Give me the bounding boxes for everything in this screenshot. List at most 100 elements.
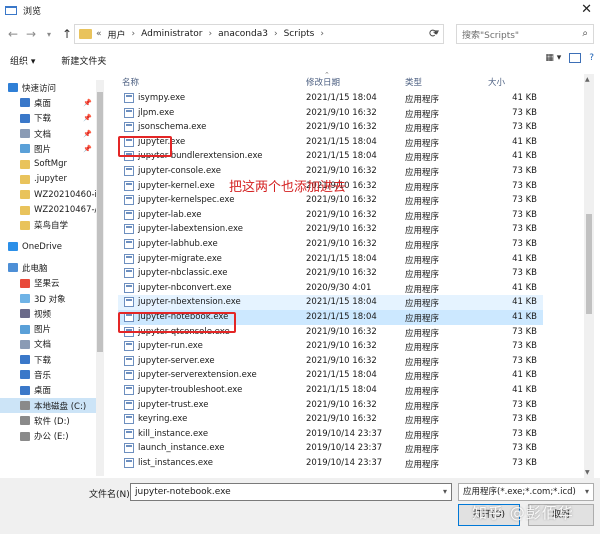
- sidebar-pc-0-icon: [20, 278, 30, 288]
- sidebar-item-pc-1[interactable]: 3D 对象: [0, 291, 96, 306]
- file-row[interactable]: jupyter-migrate.exe 2021/1/15 18:04 应用程序 41…: [118, 252, 543, 267]
- sidebar-item-pc-0[interactable]: 坚果云: [0, 276, 96, 291]
- file-row[interactable]: jupyter-serverextension.exe 2021/1/15 18:…: [118, 368, 543, 383]
- sidebar-quick-0-icon: [20, 98, 30, 108]
- file-row[interactable]: kill_instance.exe 2019/10/14 23:37 应用程序 73 …: [118, 427, 543, 442]
- search-input[interactable]: 搜索"Scripts" ⌕: [456, 24, 594, 44]
- column-headers: 名称 ⌃ 修改日期 类型 大小: [116, 71, 546, 90]
- sidebar-item-quick-access[interactable]: 快速访问: [0, 80, 96, 95]
- back-arrow-icon[interactable]: ←: [4, 24, 22, 44]
- file-row[interactable]: jupyter.exe 2021/1/15 18:04 应用程序 41 KB: [118, 135, 543, 150]
- search-icon: ⌕: [582, 28, 588, 39]
- column-header-type[interactable]: 类型: [405, 76, 422, 88]
- sidebar-item-quick-2[interactable]: 文档 📌: [0, 126, 96, 141]
- organize-button[interactable]: 组织 ▾: [10, 54, 35, 67]
- forward-arrow-icon[interactable]: →: [22, 24, 40, 44]
- file-row[interactable]: jlpm.exe 2021/9/10 16:32 应用程序 73 KB: [118, 106, 543, 121]
- sidebar-item-pc-4[interactable]: 文档: [0, 337, 96, 352]
- file-row[interactable]: jupyter-troubleshoot.exe 2021/1/15 18:04 应…: [118, 383, 543, 398]
- sidebar-item-label: 本地磁盘 (C:): [34, 401, 87, 412]
- filename-input[interactable]: jupyter-notebook.exe ▾: [130, 483, 452, 501]
- breadcrumb-item[interactable]: 用户: [108, 28, 126, 41]
- file-row[interactable]: jupyter-bundlerextension.exe 2021/1/15 18…: [118, 149, 543, 164]
- scroll-up-icon[interactable]: ▲: [585, 76, 590, 83]
- file-row[interactable]: jupyter-nbclassic.exe 2021/9/10 16:32 应用程序…: [118, 266, 543, 281]
- breadcrumb-separator-icon[interactable]: ›: [209, 29, 213, 39]
- preview-pane-icon[interactable]: [569, 53, 582, 63]
- sidebar-item-this-pc[interactable]: 此电脑: [0, 260, 96, 275]
- file-row[interactable]: jupyter-server.exe 2021/9/10 16:32 应用程序 73 …: [118, 354, 543, 369]
- file-type: 应用程序: [405, 445, 440, 456]
- file-list-scrollbar[interactable]: ▲ ▼: [584, 74, 594, 478]
- file-row[interactable]: list_instances.exe 2019/10/14 23:37 应用程序 73…: [118, 456, 543, 471]
- new-folder-button[interactable]: 新建文件夹: [61, 54, 106, 67]
- filetype-select[interactable]: 应用程序(*.exe;*.com;*.icd) ▾: [458, 483, 594, 501]
- address-bar[interactable]: «用户 › Administrator › anaconda3 › Scripts › ▾: [74, 24, 444, 44]
- executable-file-icon: [124, 370, 134, 381]
- file-row[interactable]: jupyter-nbconvert.exe 2020/9/30 4:01 应用程序 4…: [118, 281, 543, 296]
- pin-icon: 📌: [83, 129, 92, 138]
- sidebar-item-quick-8[interactable]: 菜鸟自学: [0, 218, 96, 233]
- sidebar-item-quick-6[interactable]: WZ20210460-il: [0, 187, 96, 202]
- column-header-size[interactable]: 大小: [488, 76, 505, 88]
- scroll-down-icon[interactable]: ▼: [585, 469, 590, 476]
- breadcrumb-overflow-icon[interactable]: «: [96, 29, 102, 39]
- sidebar-item-quick-5[interactable]: .jupyter: [0, 172, 96, 187]
- breadcrumb-separator-icon[interactable]: ›: [320, 29, 324, 39]
- file-row[interactable]: jupyter-lab.exe 2021/9/10 16:32 应用程序 73 KB: [118, 208, 543, 223]
- file-row[interactable]: jupyter-labhub.exe 2021/9/10 16:32 应用程序 73 …: [118, 237, 543, 252]
- sidebar-item-pc-6[interactable]: 音乐: [0, 367, 96, 382]
- breadcrumb-separator-icon[interactable]: ›: [274, 29, 278, 39]
- executable-file-icon: [124, 93, 134, 103]
- annotation-box-notebook: [118, 312, 236, 333]
- refresh-icon[interactable]: ⟳: [429, 27, 438, 40]
- scrollbar-thumb[interactable]: [586, 214, 592, 314]
- breadcrumb-item[interactable]: Administrator: [141, 29, 202, 39]
- file-size: 73 KB: [512, 443, 537, 454]
- file-row[interactable]: jupyter-nbextension.exe 2021/1/15 18:04 应用…: [118, 295, 543, 310]
- column-header-date[interactable]: 修改日期: [306, 76, 340, 88]
- sidebar-item-quick-0[interactable]: 桌面 📌: [0, 95, 96, 110]
- navigation-bar: ← → ▾ ↑ «用户 › Administrator › anaconda3 › Scri…: [0, 20, 600, 48]
- file-row[interactable]: jupyter-trust.exe 2021/9/10 16:32 应用程序 73 K…: [118, 398, 543, 413]
- executable-file-icon: [124, 268, 134, 279]
- file-row[interactable]: launch_instance.exe 2019/10/14 23:37 应用程序 7…: [118, 441, 543, 456]
- sidebar-item-quick-4[interactable]: SoftMgr: [0, 156, 96, 171]
- sidebar-item-drive-1[interactable]: 软件 (D:): [0, 413, 96, 428]
- file-name: list_instances.exe: [138, 458, 213, 468]
- file-row[interactable]: jupyter-labextension.exe 2021/9/10 16:32 应…: [118, 222, 543, 237]
- sidebar-pc-4-icon: [20, 339, 30, 349]
- sidebar-item-label: .jupyter: [34, 174, 67, 185]
- sidebar-item-quick-1[interactable]: 下载 📌: [0, 111, 96, 126]
- sidebar-item-pc-2[interactable]: 视频: [0, 306, 96, 321]
- sidebar-this-pc-icon: [8, 263, 18, 273]
- file-row[interactable]: isympy.exe 2021/1/15 18:04 应用程序 41 KB: [118, 91, 543, 106]
- recent-chevron-icon[interactable]: ▾: [40, 24, 58, 44]
- file-date: 2021/1/15 18:04: [306, 253, 377, 264]
- file-type: 应用程序: [405, 372, 440, 383]
- breadcrumb-item[interactable]: Scripts: [284, 29, 315, 39]
- sidebar-item-onedrive[interactable]: OneDrive: [0, 239, 96, 254]
- file-row[interactable]: jupyter-kernelspec.exe 2021/9/10 16:32 应用程…: [118, 193, 543, 208]
- breadcrumb-separator-icon[interactable]: ›: [132, 29, 136, 39]
- file-date: 2021/9/10 16:32: [306, 399, 377, 410]
- view-options-button[interactable]: ▦ ▾: [545, 53, 561, 63]
- column-header-name[interactable]: 名称: [122, 76, 139, 88]
- scrollbar-thumb[interactable]: [97, 92, 103, 352]
- file-row[interactable]: keyring.exe 2021/9/10 16:32 应用程序 73 KB: [118, 412, 543, 427]
- sidebar-item-pc-3[interactable]: 图片: [0, 321, 96, 336]
- sidebar-item-quick-3[interactable]: 图片 📌: [0, 141, 96, 156]
- sidebar-item-pc-5[interactable]: 下载: [0, 352, 96, 367]
- sidebar-item-pc-7[interactable]: 桌面: [0, 383, 96, 398]
- help-icon[interactable]: ?: [589, 53, 594, 63]
- sidebar-item-drive-2[interactable]: 办公 (E:): [0, 429, 96, 444]
- breadcrumb-item[interactable]: anaconda3: [218, 29, 268, 39]
- sidebar-item-label: 办公 (E:): [34, 432, 69, 443]
- file-row[interactable]: jupyter-run.exe 2021/9/10 16:32 应用程序 73 KB: [118, 339, 543, 354]
- sidebar-scrollbar[interactable]: [96, 80, 104, 476]
- file-row[interactable]: jsonschema.exe 2021/9/10 16:32 应用程序 73 KB: [118, 120, 543, 135]
- sidebar-item-quick-7[interactable]: WZ20210467-/: [0, 202, 96, 217]
- chevron-down-icon[interactable]: ▾: [443, 484, 447, 500]
- sidebar-item-drive-0[interactable]: 本地磁盘 (C:): [0, 397, 96, 414]
- close-icon[interactable]: ✕: [581, 3, 592, 16]
